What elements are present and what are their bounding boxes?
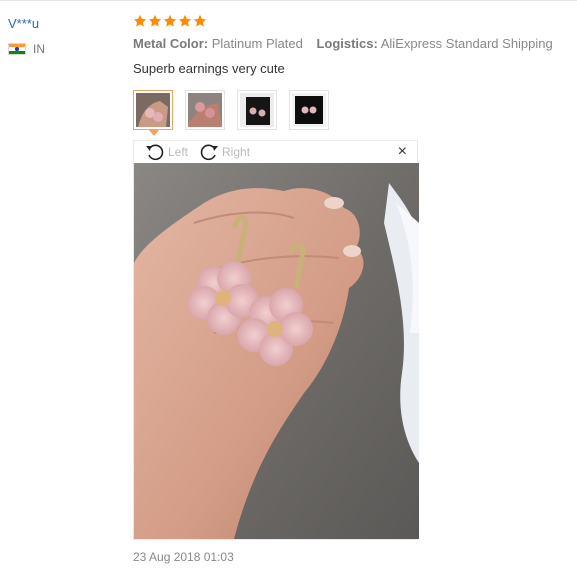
rotate-left-label: Left <box>168 145 189 159</box>
review-body: Metal Color: Platinum Plated Logistics: … <box>133 14 563 76</box>
buyer-name[interactable]: V***u <box>8 16 45 31</box>
property-metal-color: Metal Color: Platinum Plated <box>133 36 306 51</box>
thumbnail-3[interactable] <box>237 90 277 130</box>
property-logistics: Logistics: AliExpress Standard Shipping <box>316 36 552 51</box>
star-icon <box>193 14 207 27</box>
star-icon <box>133 14 147 27</box>
rotate-right-button[interactable]: Right <box>198 143 250 161</box>
rotate-right-label: Right <box>222 145 251 159</box>
earring-photo-thumbnail <box>292 93 326 127</box>
star-icon <box>163 14 177 27</box>
property-label: Logistics: <box>316 36 378 51</box>
buyer-country: IN <box>8 42 45 56</box>
property-label: Metal Color: <box>133 36 209 51</box>
review-date: 23 Aug 2018 01:03 <box>133 550 234 564</box>
top-divider <box>0 0 577 1</box>
thumbnail-1[interactable] <box>133 90 173 136</box>
thumbnail-2[interactable] <box>185 90 225 130</box>
property-value: AliExpress Standard Shipping <box>380 36 553 51</box>
buyer-info: V***u IN <box>8 16 45 56</box>
rotate-right-icon <box>200 144 219 161</box>
photo-viewer: Left Right × <box>133 140 419 540</box>
review-properties: Metal Color: Platinum Plated Logistics: … <box>133 36 563 51</box>
star-rating <box>133 14 563 28</box>
thumbnail-4[interactable] <box>289 90 329 130</box>
photo-thumbnails <box>133 90 329 136</box>
close-icon[interactable]: × <box>398 144 407 160</box>
review-photo <box>134 163 419 539</box>
star-icon <box>178 14 192 27</box>
rotate-left-button[interactable]: Left <box>144 143 188 161</box>
earring-photo-thumbnail <box>240 93 274 127</box>
earring-photo-thumbnail <box>136 93 170 127</box>
property-value: Platinum Plated <box>211 36 303 51</box>
star-icon <box>148 14 162 27</box>
country-code: IN <box>33 42 45 56</box>
india-flag-icon <box>8 43 26 55</box>
earring-photo-thumbnail <box>188 93 222 127</box>
viewer-toolbar: Left Right × <box>134 141 417 163</box>
rotate-left-icon <box>146 144 164 161</box>
review-comment: Superb earnings very cute <box>133 61 285 76</box>
